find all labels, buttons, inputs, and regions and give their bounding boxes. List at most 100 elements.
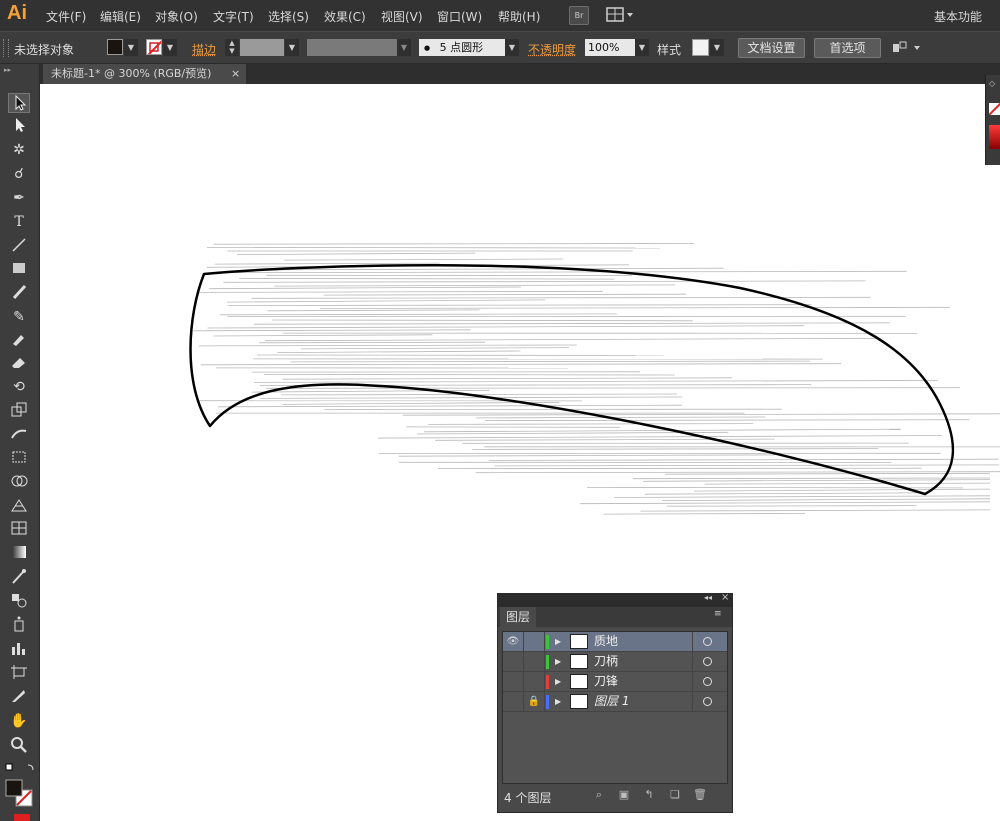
graphic-style-swatch[interactable] (692, 39, 709, 56)
layer-target[interactable] (692, 692, 723, 711)
make-clipping-mask-icon[interactable]: ▣ (617, 788, 631, 802)
document-tab[interactable]: 未标题-1* @ 300% (RGB/预览) × (43, 64, 246, 84)
mesh-tool-icon[interactable] (8, 519, 30, 539)
menu-file[interactable]: 文件(F) (46, 8, 86, 25)
opacity-field[interactable]: 100% (585, 39, 635, 56)
menu-window[interactable]: 窗口(W) (437, 8, 482, 25)
opacity-dropdown[interactable]: ▼ (635, 39, 649, 56)
column-graph-tool-icon[interactable] (8, 639, 30, 659)
delete-layer-icon[interactable]: 🗑 (693, 788, 707, 802)
expand-triangle-icon[interactable]: ▶ (555, 632, 561, 651)
warp-tool-icon[interactable] (8, 425, 30, 445)
locate-object-icon[interactable]: ⌕ (592, 788, 606, 802)
stroke-weight-stepper[interactable]: ▲ ▼ (225, 39, 239, 56)
stroke-label[interactable]: 描边 (192, 41, 216, 58)
pencil-tool-icon[interactable]: ✎ (8, 307, 30, 327)
align-options-button[interactable] (892, 40, 924, 56)
menu-type[interactable]: 文字(T) (213, 8, 254, 25)
default-colors-swap[interactable] (4, 762, 36, 776)
layer-row[interactable]: ▶ 刀锋 (503, 672, 727, 692)
lock-toggle[interactable] (524, 652, 545, 671)
paintbrush-tool-icon[interactable] (8, 283, 30, 303)
zoom-tool-icon[interactable] (8, 735, 30, 755)
scale-tool-icon[interactable] (8, 401, 30, 421)
blend-tool-icon[interactable] (8, 591, 30, 611)
expand-panel-icon[interactable]: ◇ (989, 79, 995, 88)
menu-help[interactable]: 帮助(H) (498, 8, 540, 25)
selection-tool-icon[interactable] (8, 93, 30, 113)
stroke-weight-field[interactable] (240, 39, 284, 56)
shape-builder-tool-icon[interactable] (8, 472, 30, 492)
fill-dropdown[interactable]: ▼ (124, 39, 138, 56)
collapse-icon[interactable]: ◂◂ (704, 593, 712, 602)
visibility-toggle[interactable] (503, 672, 524, 691)
magic-wand-tool-icon[interactable]: ✲ (8, 140, 30, 160)
visibility-toggle[interactable]: 👁 (503, 632, 524, 651)
layer-target[interactable] (692, 672, 723, 691)
bridge-button[interactable]: Br (569, 6, 589, 25)
panel-menu-icon[interactable]: ≡ (714, 609, 722, 619)
free-transform-tool-icon[interactable] (8, 448, 30, 468)
eyedropper-tool-icon[interactable] (8, 567, 30, 587)
create-sublayer-icon[interactable]: ↰ (642, 788, 656, 802)
layer-row[interactable]: 🔒 ▶ 图层 1 (503, 692, 727, 712)
profile-dropdown[interactable]: ▼ (397, 39, 411, 56)
menu-effect[interactable]: 效果(C) (324, 8, 366, 25)
color-ramp-icon[interactable] (989, 125, 1000, 149)
line-segment-tool-icon[interactable] (8, 236, 30, 256)
menu-select[interactable]: 选择(S) (268, 8, 309, 25)
fill-swatch[interactable] (107, 39, 123, 55)
type-tool-icon[interactable]: T (8, 212, 30, 232)
close-panel-icon[interactable]: × (721, 592, 729, 603)
style-dropdown[interactable]: ▼ (710, 39, 724, 56)
rotate-tool-icon[interactable]: ⟲ (8, 377, 30, 397)
menu-object[interactable]: 对象(O) (155, 8, 198, 25)
brush-dropdown[interactable]: ▼ (505, 39, 519, 56)
stroke-dropdown[interactable]: ▼ (163, 39, 177, 56)
layers-panel-header[interactable]: ◂◂ × (498, 594, 732, 607)
layer-row[interactable]: 👁 ▶ 质地 (503, 632, 727, 652)
perspective-grid-tool-icon[interactable] (8, 496, 30, 516)
stroke-swatch[interactable] (146, 39, 162, 55)
stroke-none-mini-icon[interactable] (989, 103, 1000, 115)
expand-triangle-icon[interactable]: ▶ (555, 692, 561, 711)
expand-triangle-icon[interactable]: ▶ (555, 672, 561, 691)
menu-view[interactable]: 视图(V) (381, 8, 423, 25)
lock-toggle[interactable]: 🔒 (524, 692, 545, 711)
hand-tool-icon[interactable]: ✋ (8, 711, 30, 731)
color-mode-none-icon[interactable] (14, 814, 30, 821)
visibility-toggle[interactable] (503, 652, 524, 671)
expand-triangle-icon[interactable]: ▶ (555, 652, 561, 671)
layers-tab[interactable]: 图层 (500, 607, 536, 627)
layer-name[interactable]: 质地 (594, 632, 618, 651)
layer-name[interactable]: 图层 1 (594, 692, 629, 711)
menu-edit[interactable]: 编辑(E) (100, 8, 141, 25)
preferences-button[interactable]: 首选项 (814, 38, 881, 58)
layer-name[interactable]: 刀锋 (594, 672, 618, 691)
fill-stroke-widget[interactable] (4, 778, 36, 810)
blob-brush-tool-icon[interactable] (8, 330, 30, 350)
grip-handle[interactable] (3, 39, 9, 57)
lasso-tool-icon[interactable]: ☌ (8, 164, 30, 184)
artboard-tool-icon[interactable] (8, 663, 30, 683)
workspace-switcher[interactable]: 基本功能 (934, 8, 982, 25)
visibility-toggle[interactable] (503, 692, 524, 711)
layer-target[interactable] (692, 652, 723, 671)
rectangle-tool-icon[interactable] (8, 259, 30, 279)
pen-tool-icon[interactable]: ✒ (8, 188, 30, 208)
opacity-label[interactable]: 不透明度 (528, 41, 576, 58)
gradient-tool-icon[interactable] (8, 543, 30, 563)
arrange-documents-button[interactable] (606, 7, 634, 23)
layer-target[interactable] (692, 632, 723, 651)
create-new-layer-icon[interactable]: ❏ (668, 788, 682, 802)
direct-selection-tool-icon[interactable] (8, 116, 30, 136)
lock-toggle[interactable] (524, 672, 545, 691)
document-setup-button[interactable]: 文档设置 (738, 38, 805, 58)
slice-tool-icon[interactable] (8, 687, 30, 707)
lock-toggle[interactable] (524, 632, 545, 651)
eraser-tool-icon[interactable] (8, 353, 30, 373)
layer-name[interactable]: 刀柄 (594, 652, 618, 671)
layer-row[interactable]: ▶ 刀柄 (503, 652, 727, 672)
stroke-weight-dropdown[interactable]: ▼ (285, 39, 299, 56)
variable-width-profile[interactable] (307, 39, 397, 56)
